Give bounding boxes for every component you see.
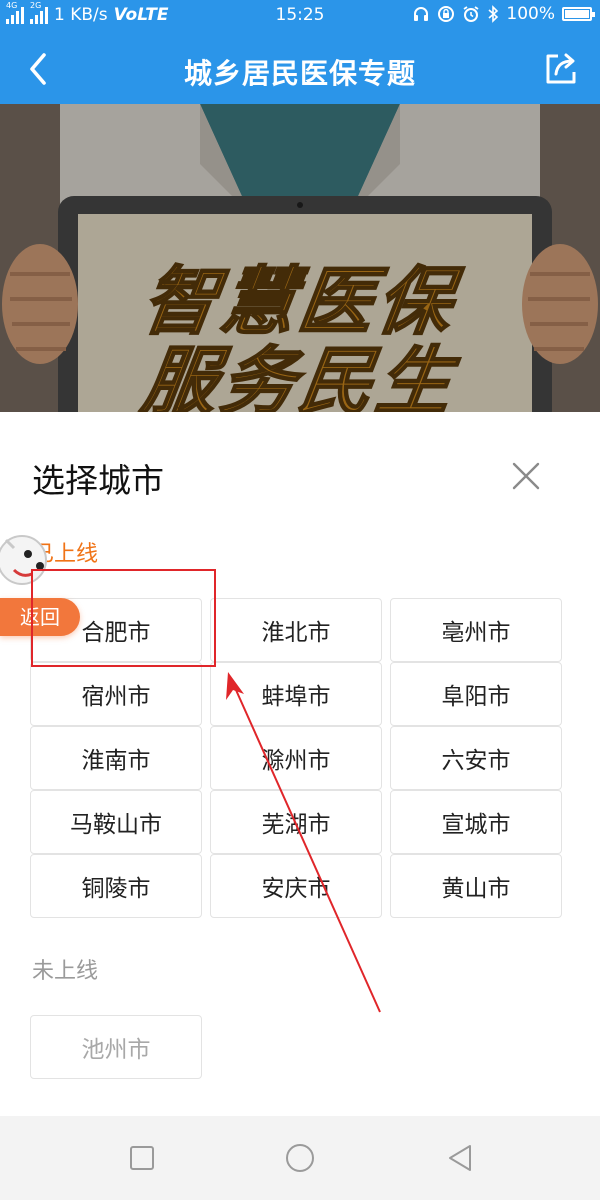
- city-fuyang-button[interactable]: 阜阳市: [390, 662, 562, 726]
- alarm-lock-icon: [438, 6, 455, 22]
- city-wuhu-button[interactable]: 芜湖市: [210, 790, 382, 854]
- section-offline-label: 未上线: [32, 959, 99, 984]
- share-icon: [546, 53, 576, 84]
- share-button[interactable]: [542, 50, 580, 88]
- sheet-title: 选择城市: [32, 461, 164, 500]
- close-button[interactable]: [510, 460, 542, 492]
- city-maanshan-button[interactable]: 马鞍山市: [30, 790, 202, 854]
- close-icon: [512, 462, 540, 490]
- back-triangle-icon[interactable]: [444, 1142, 476, 1174]
- mascot-icon: [0, 535, 47, 585]
- offline-city-grid: 池州市: [30, 1015, 202, 1079]
- city-chizhou-button: 池州市: [30, 1015, 202, 1079]
- status-right: 100%: [412, 4, 595, 24]
- alarm-clock-icon: [463, 6, 479, 22]
- floating-return-widget[interactable]: 返回: [0, 526, 86, 638]
- city-xuancheng-button[interactable]: 宣城市: [390, 790, 562, 854]
- city-huangshan-button[interactable]: 黄山市: [390, 854, 562, 918]
- city-picker-sheet: 选择城市 已上线 合肥市 淮北市 亳州市 宿州市 蚌埠市 阜阳市 淮南市 滁州市…: [0, 412, 600, 1116]
- headset-icon: [414, 7, 429, 21]
- city-luan-button[interactable]: 六安市: [390, 726, 562, 790]
- battery-percent: 100%: [506, 4, 555, 24]
- modal-backdrop[interactable]: [0, 104, 600, 412]
- city-suzhou-button[interactable]: 宿州市: [30, 662, 202, 726]
- return-button[interactable]: 返回: [0, 598, 80, 636]
- city-bengbu-button[interactable]: 蚌埠市: [210, 662, 382, 726]
- home-circle-icon[interactable]: [284, 1142, 316, 1174]
- city-tongling-button[interactable]: 铜陵市: [30, 854, 202, 918]
- city-chuzhou-button[interactable]: 滁州市: [210, 726, 382, 790]
- bluetooth-icon: [488, 5, 499, 23]
- system-nav-bar: [0, 1116, 600, 1200]
- recents-square-icon[interactable]: [126, 1142, 158, 1174]
- city-bozhou-button[interactable]: 亳州市: [390, 598, 562, 662]
- banner: 智慧医保 服务民生: [0, 104, 600, 412]
- nav-bar: 城乡居民医保专题: [0, 34, 600, 104]
- online-city-grid: 合肥市 淮北市 亳州市 宿州市 蚌埠市 阜阳市 淮南市 滁州市 六安市 马鞍山市…: [30, 598, 562, 918]
- page-title: 城乡居民医保专题: [183, 57, 416, 90]
- city-anqing-button[interactable]: 安庆市: [210, 854, 382, 918]
- status-bar: 4G 2G 1 KB/s VoLTE 15:25 100%: [0, 0, 600, 34]
- battery-icon: [562, 7, 595, 21]
- city-huainan-button[interactable]: 淮南市: [30, 726, 202, 790]
- city-huaibei-button[interactable]: 淮北市: [210, 598, 382, 662]
